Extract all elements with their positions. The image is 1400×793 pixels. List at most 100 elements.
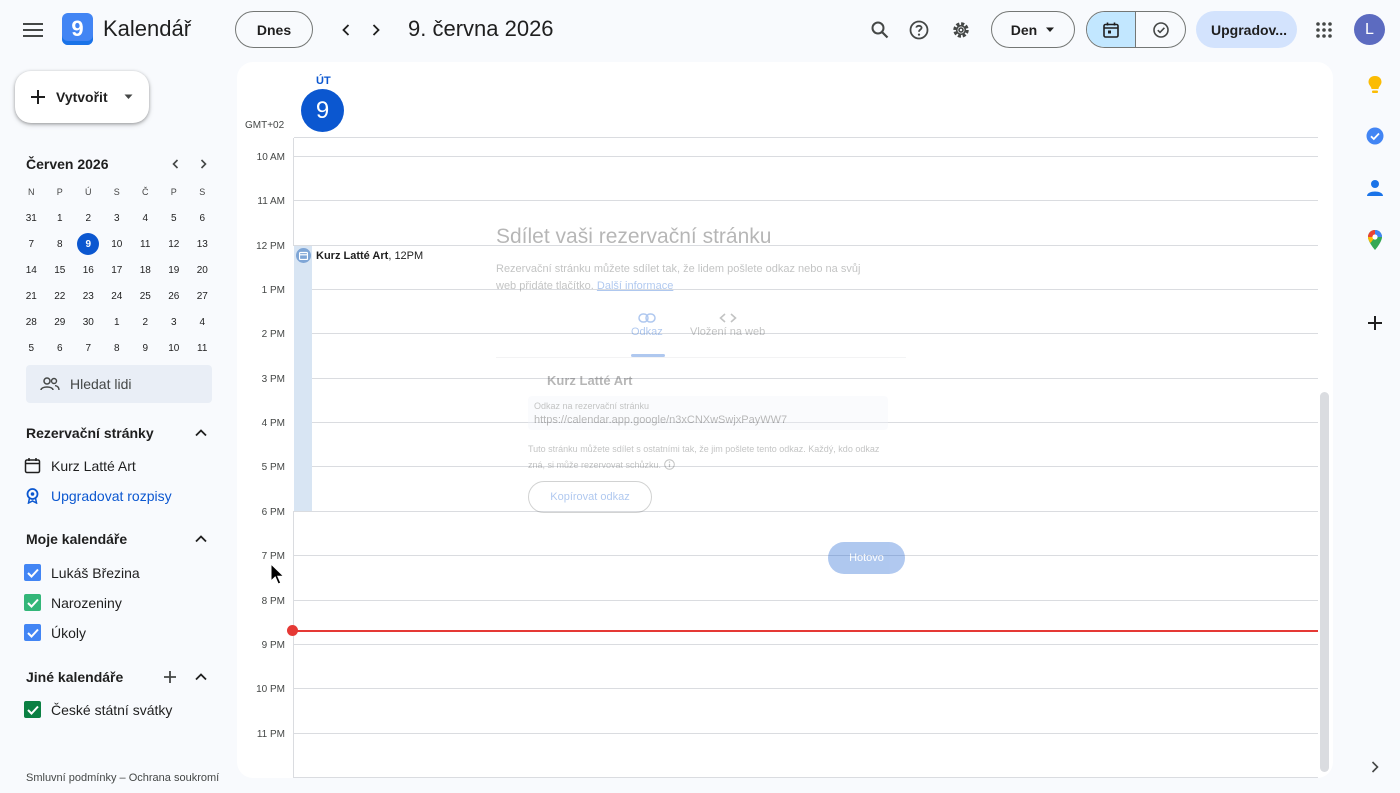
mini-day[interactable]: 7 [17,232,46,256]
calendar-checkbox[interactable] [24,594,41,611]
mini-day[interactable]: 28 [17,310,46,334]
mini-day[interactable]: 26 [160,284,189,308]
event-label[interactable]: Kurz Latté Art, 12PM [296,248,423,263]
mini-day[interactable]: 29 [46,310,75,334]
event-block[interactable] [293,246,312,511]
expand-side-panel-button[interactable] [1364,756,1386,778]
mini-next-month-button[interactable] [193,154,213,174]
info-icon[interactable] [663,459,675,470]
other-calendars-collapse-button[interactable] [191,667,211,687]
account-avatar[interactable]: L [1354,14,1385,45]
main-menu-button[interactable] [14,12,52,48]
calendar-item-holidays[interactable]: České státní svátky [24,701,172,718]
mini-day[interactable]: 30 [74,310,103,334]
mini-day[interactable]: 2 [131,310,160,334]
mini-day[interactable]: 25 [131,284,160,308]
search-people-placeholder: Hledat lidi [70,376,132,392]
mini-day[interactable]: 1 [103,310,132,334]
mini-day[interactable]: 9 [131,336,160,360]
apps-button[interactable] [1306,12,1342,48]
scrollbar[interactable] [1320,392,1329,772]
badge-icon [26,488,39,504]
calendar-item-birthdays[interactable]: Narozeniny [24,594,122,611]
mini-day[interactable]: 15 [46,258,75,282]
mini-day[interactable]: 11 [188,336,217,360]
copy-link-button[interactable]: Kopírovat odkaz [528,481,652,513]
mini-day[interactable]: 4 [188,310,217,334]
create-button[interactable]: Vytvořit [15,71,149,123]
calendar-checkbox[interactable] [24,564,41,581]
hour-label: 2 PM [261,329,285,340]
mini-day[interactable]: 10 [160,336,189,360]
mini-day[interactable]: 20 [188,258,217,282]
other-calendars-header[interactable]: Jiné kalendáře [26,669,123,685]
add-other-calendar-button[interactable] [160,667,180,687]
my-calendars-collapse-button[interactable] [191,529,211,549]
calendar-mode-button[interactable] [1087,12,1137,47]
tab-link[interactable]: Odkaz [631,313,663,338]
keep-app-button[interactable] [1364,74,1386,96]
mini-day[interactable]: 11 [131,232,160,256]
my-calendars-header[interactable]: Moje kalendáře [26,531,127,547]
event-time: , 12PM [388,249,424,262]
calendar-item-lukas[interactable]: Lukáš Březina [24,564,140,581]
mini-day[interactable]: 5 [17,336,46,360]
mini-day[interactable]: 1 [46,206,75,230]
mini-day[interactable]: 3 [160,310,189,334]
calendar-checkbox[interactable] [24,701,41,718]
booking-pages-header[interactable]: Rezervační stránky [26,425,154,441]
mini-day[interactable]: 6 [188,206,217,230]
mini-day[interactable]: 24 [103,284,132,308]
booking-page-item[interactable]: Kurz Latté Art [24,457,136,474]
mini-day[interactable]: 10 [103,232,132,256]
next-day-button[interactable] [360,14,392,46]
checkmark-icon [26,628,39,638]
contacts-app-button[interactable] [1364,177,1386,199]
calendar-checkbox[interactable] [24,624,41,641]
upgrade-schedules-link[interactable]: Upgradovat rozpisy [24,487,172,504]
mini-day[interactable]: 16 [74,258,103,282]
mini-day[interactable]: 4 [131,206,160,230]
mini-day[interactable]: 6 [46,336,75,360]
mini-day[interactable]: 18 [131,258,160,282]
mini-day[interactable]: 8 [103,336,132,360]
booking-pages-collapse-button[interactable] [191,423,211,443]
settings-button[interactable] [943,12,979,48]
view-switcher-button[interactable]: Den [991,11,1075,48]
get-addons-button[interactable] [1364,312,1386,334]
mini-day[interactable]: 19 [160,258,189,282]
mini-day[interactable]: 31 [17,206,46,230]
mini-day-today[interactable]: 9 [74,232,103,256]
booking-link-url[interactable]: https://calendar.app.google/n3xCNXwSwjxP… [534,414,787,426]
prev-day-button[interactable] [330,14,362,46]
today-button[interactable]: Dnes [235,11,313,48]
search-people-input[interactable]: Hledat lidi [26,365,212,403]
done-button[interactable]: Hotovo [828,542,905,574]
mini-day[interactable]: 21 [17,284,46,308]
mini-day[interactable]: 14 [17,258,46,282]
learn-more-link[interactable]: Další informace [597,280,673,292]
search-button[interactable] [862,12,898,48]
mini-day[interactable]: 8 [46,232,75,256]
weekday-label: S [113,187,120,197]
mini-day[interactable]: 3 [103,206,132,230]
upgrade-button[interactable]: Upgradov... [1196,11,1297,48]
tab-embed[interactable]: Vložení na web [690,313,765,338]
maps-app-button[interactable] [1364,229,1386,251]
footer-links[interactable]: Smluvní podmínky – Ochrana soukromí [26,772,219,784]
help-button[interactable] [901,12,937,48]
mini-day[interactable]: 22 [46,284,75,308]
calendar-item-tasks[interactable]: Úkoly [24,624,86,641]
mini-day[interactable]: 7 [74,336,103,360]
tasks-app-button[interactable] [1364,125,1386,147]
mini-day[interactable]: 13 [188,232,217,256]
mini-day[interactable]: 5 [160,206,189,230]
day-number[interactable]: 9 [301,89,344,132]
mini-prev-month-button[interactable] [165,154,185,174]
mini-day[interactable]: 27 [188,284,217,308]
mini-day[interactable]: 2 [74,206,103,230]
tasks-mode-button[interactable] [1136,12,1185,47]
mini-day[interactable]: 12 [160,232,189,256]
mini-day[interactable]: 23 [74,284,103,308]
mini-day[interactable]: 17 [103,258,132,282]
